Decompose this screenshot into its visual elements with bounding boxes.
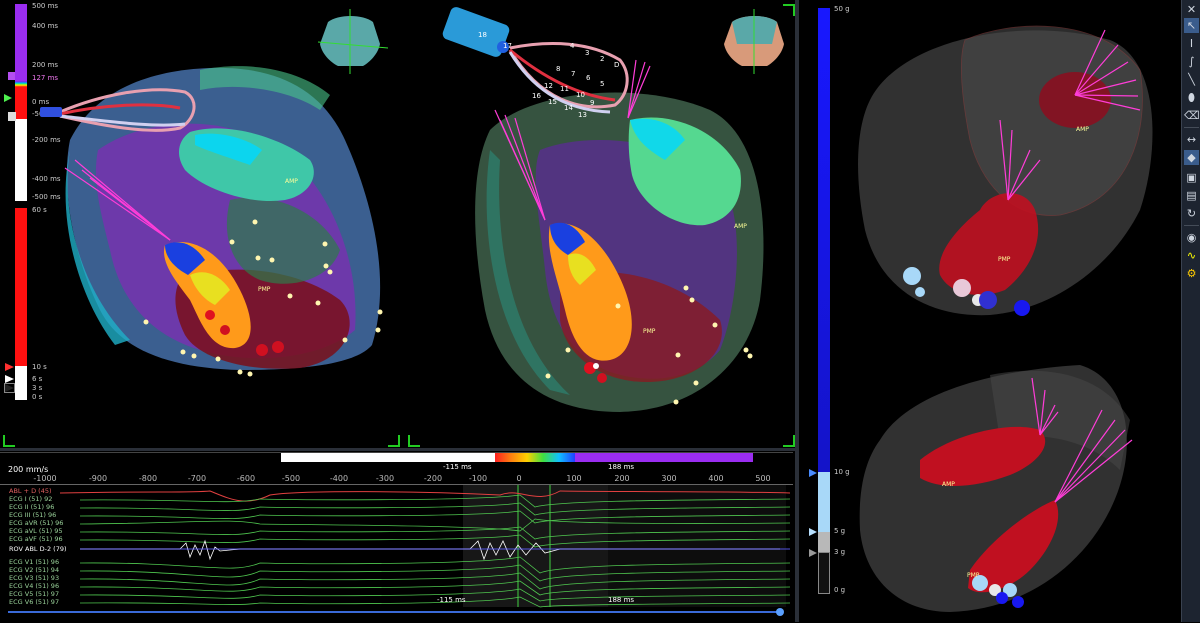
svg-text:11: 11	[560, 85, 569, 93]
window-left-bottom-label: -115 ms	[437, 596, 466, 604]
svg-text:16: 16	[532, 92, 541, 100]
voltage-map-view-bottom[interactable]: AMP PMP	[840, 350, 1180, 622]
close-icon[interactable]: ✕	[1184, 2, 1199, 17]
map-label-pmp: PMP	[258, 286, 271, 293]
view-corner-marker	[783, 435, 795, 447]
svg-text:AMP: AMP	[734, 223, 747, 230]
line-icon[interactable]: ╲	[1184, 72, 1199, 87]
svg-text:10: 10	[576, 91, 585, 99]
layer-icon[interactable]: ▣	[1184, 170, 1199, 185]
torso-orientation-icon	[317, 9, 389, 74]
toolbar-separator	[1184, 225, 1199, 226]
torso-orientation-icon	[724, 9, 784, 74]
tag-icon[interactable]: ◆	[1184, 150, 1199, 165]
svg-text:17: 17	[503, 42, 512, 50]
svg-text:PMP: PMP	[967, 572, 980, 579]
cursor-text-icon[interactable]: I	[1184, 36, 1199, 51]
svg-text:13: 13	[578, 111, 587, 119]
voltage-scale-handle-gray[interactable]	[809, 549, 817, 557]
wave-icon[interactable]: ∿	[1184, 248, 1199, 263]
svg-text:18: 18	[478, 31, 487, 39]
svg-text:D: D	[614, 61, 619, 69]
voltage-map-view-top[interactable]: AMP PMP	[840, 0, 1180, 330]
svg-text:AMP: AMP	[942, 481, 955, 488]
voltage-scale-handle-light[interactable]	[809, 528, 817, 536]
pane-divider[interactable]	[0, 448, 795, 451]
svg-text:5: 5	[600, 80, 604, 88]
spline-icon[interactable]: ∫	[1184, 54, 1199, 69]
svg-text:14: 14	[564, 104, 573, 112]
toolbar-separator	[1184, 127, 1199, 128]
svg-text:4: 4	[570, 42, 575, 50]
view-corner-marker	[388, 435, 400, 447]
svg-text:6: 6	[586, 74, 591, 82]
ecg-scroll-handle[interactable]	[776, 608, 784, 616]
eye-icon[interactable]: ◉	[1184, 230, 1199, 245]
rotate-icon[interactable]: ↻	[1184, 206, 1199, 221]
pane-divider[interactable]	[795, 0, 799, 622]
svg-text:2: 2	[600, 55, 604, 63]
view-corner-marker	[408, 435, 420, 447]
view-corner-marker	[783, 4, 795, 16]
measure-icon[interactable]: ↔	[1184, 132, 1199, 147]
eraser-icon[interactable]: ⌫	[1184, 108, 1200, 123]
svg-text:8: 8	[556, 65, 560, 73]
svg-text:PMP: PMP	[998, 256, 1011, 263]
voltage-color-scale	[818, 8, 830, 594]
svg-text:7: 7	[571, 70, 575, 78]
view-corner-marker	[3, 435, 15, 447]
svg-text:9: 9	[590, 99, 594, 107]
window-right-bottom-label: 188 ms	[608, 596, 635, 604]
tool-palette: ✕ ↖ I ∫ ╲ ⬮ ⌫ ↔ ◆ ▣ ▤ ↻ ◉ ∿ ⚙	[1181, 0, 1200, 622]
settings-icon[interactable]: ⚙	[1184, 266, 1199, 281]
svg-text:PMP: PMP	[643, 328, 656, 335]
map-label-amp: AMP	[285, 178, 298, 185]
activation-map-view-1[interactable]: AMP PMP	[0, 0, 400, 448]
svg-text:3: 3	[585, 49, 589, 57]
camera-icon[interactable]: ▤	[1184, 188, 1199, 203]
ecg-scrollbar[interactable]	[8, 611, 783, 613]
activation-map-view-2[interactable]: 18 17 4 3 2 D 8 7 6 5 12 11 10 9 16 15 1…	[400, 0, 795, 448]
svg-text:15: 15	[548, 98, 557, 106]
window-range-bar[interactable]	[281, 453, 753, 462]
svg-text:12: 12	[544, 82, 553, 90]
voltage-scale-handle-blue[interactable]	[809, 469, 817, 477]
pointer-icon[interactable]: ↖	[1184, 18, 1199, 33]
ellipse-icon[interactable]: ⬮	[1184, 90, 1199, 105]
svg-text:AMP: AMP	[1076, 126, 1089, 133]
ecg-traces	[59, 485, 791, 608]
